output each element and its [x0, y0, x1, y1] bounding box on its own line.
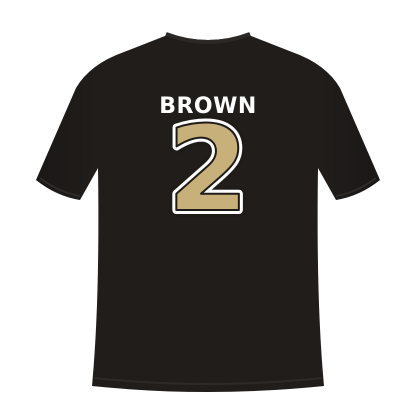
product-image: BROWN 2 2 2 — [0, 0, 416, 416]
jersey-number: 2 — [167, 100, 249, 238]
t-shirt-back: BROWN 2 2 2 — [36, 32, 380, 392]
